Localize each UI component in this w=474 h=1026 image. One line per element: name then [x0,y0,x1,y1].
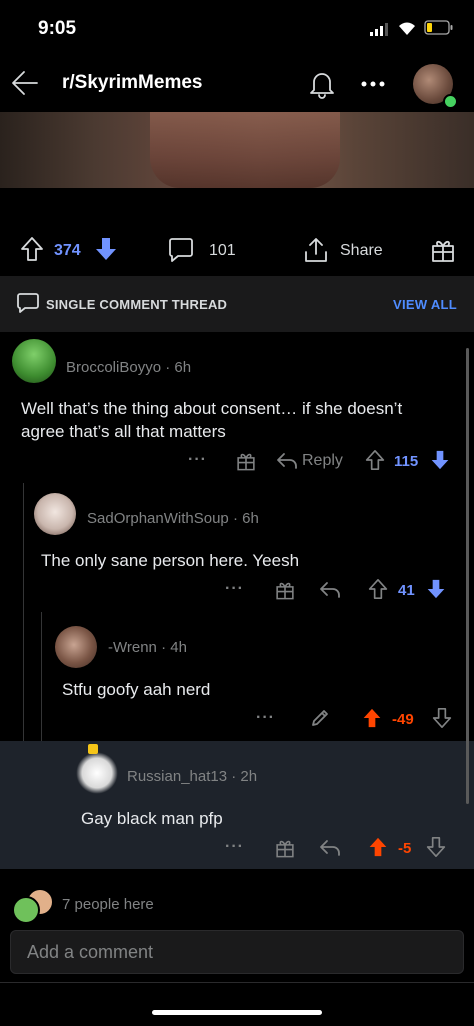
bottom-divider [0,982,474,983]
award-icon[interactable] [430,236,456,264]
username-text[interactable]: SadOrphanWithSoup [87,510,229,527]
award-icon[interactable] [274,837,296,859]
reply-button[interactable]: Reply [302,452,343,470]
post-comment-count: 101 [209,242,236,259]
comment-text: The only sane person here. Yeesh [41,551,300,570]
reply-arrow-icon[interactable] [319,580,341,600]
comment-age: · 2h [231,768,258,785]
comment-score: 41 [398,582,415,599]
award-icon[interactable] [235,450,257,472]
comment-text: Well that’s the thing about consent… if … [21,399,403,441]
username-text[interactable]: -Wrenn [108,639,157,656]
status-time: 9:05 [38,18,77,39]
thread-comment-icon [16,292,40,314]
username-text[interactable]: Russian_hat13 [127,768,227,785]
orphan-avatar[interactable] [34,493,76,535]
comment-age: · 4h [161,639,187,656]
comment-text: Stfu goofy aah nerd [62,680,211,699]
comment-score: -5 [398,840,412,857]
comment-score: -49 [392,711,414,728]
back-arrow-icon[interactable] [10,68,40,98]
wrenn-avatar[interactable] [55,626,97,668]
upvote-icon[interactable] [368,836,388,858]
comment-username[interactable]: BroccoliBoyyo · 6h [66,359,191,376]
signal-icon [370,22,390,36]
downvote-icon[interactable] [432,707,452,729]
edit-pencil-icon[interactable] [309,707,331,729]
more-options-icon[interactable] [360,80,386,88]
upvote-icon[interactable] [368,578,388,600]
downvote-icon[interactable] [426,836,446,858]
view-all-link[interactable]: VIEW ALL [393,297,457,312]
comment-username[interactable]: Russian_hat13 · 2h [127,768,257,785]
reply-arrow-icon[interactable] [319,838,341,858]
bell-icon[interactable] [306,68,338,100]
award-icon[interactable] [274,579,296,601]
broccoli-avatar[interactable] [12,339,56,383]
post-downvote-icon[interactable] [94,236,118,262]
presence-avatar [12,896,40,924]
online-status-dot [443,94,458,109]
downvote-icon[interactable] [430,449,450,471]
comment-text: Gay black man pfp [81,809,223,828]
comment-score: 115 [394,453,419,470]
subreddit-title[interactable]: r/SkyrimMemes [62,72,202,94]
thread-label: SINGLE COMMENT THREAD [46,297,228,312]
scrollbar[interactable] [466,348,469,804]
comment-bubble-icon[interactable] [167,236,195,264]
share-icon[interactable] [302,236,330,264]
comment-age: · 6h [232,510,259,527]
post-score: 374 [54,242,81,259]
downvote-icon[interactable] [426,578,446,600]
share-label[interactable]: Share [340,242,383,260]
comment-more-icon[interactable]: ··· [256,709,275,727]
people-here-count: 7 people here [62,896,154,913]
comment-more-icon[interactable]: ··· [188,451,207,469]
reply-arrow-icon[interactable] [276,451,298,471]
comment-more-icon[interactable]: ··· [225,580,244,598]
comment-username[interactable]: -Wrenn · 4h [108,639,187,656]
comment-more-icon[interactable]: ··· [225,838,244,856]
battery-icon [424,20,454,35]
wifi-icon [397,20,417,36]
username-text[interactable]: BroccoliBoyyo [66,359,161,376]
post-image[interactable] [0,112,474,188]
post-upvote-icon[interactable] [20,236,44,262]
russian-hat-avatar[interactable] [76,752,118,794]
comment-age: · 6h [165,359,192,376]
add-comment-input[interactable] [11,931,463,973]
home-indicator[interactable] [152,1010,322,1015]
comment-input-box[interactable] [10,930,464,974]
crown-icon [88,744,98,754]
upvote-icon[interactable] [362,707,382,729]
upvote-icon[interactable] [365,449,385,471]
comment-username[interactable]: SadOrphanWithSoup · 6h [87,510,259,527]
